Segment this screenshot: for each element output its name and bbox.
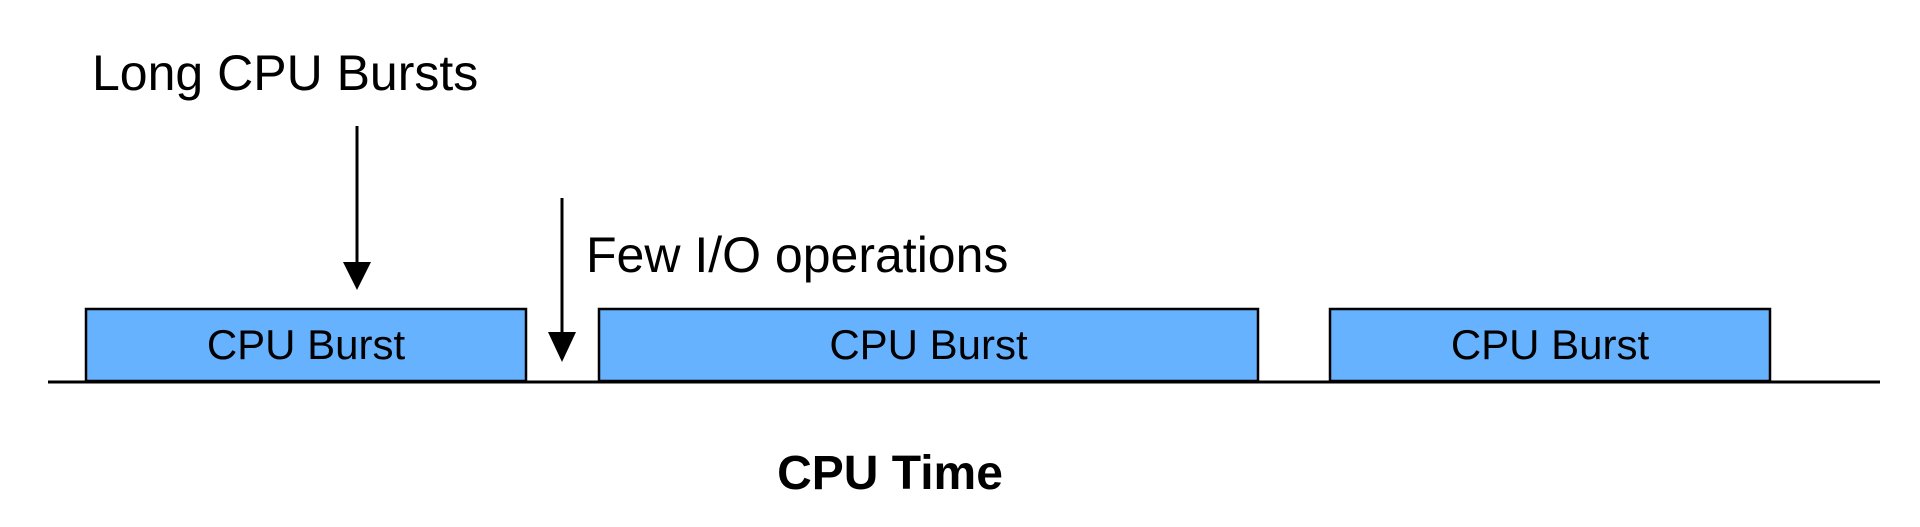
cpu-time-axis-title: CPU Time (777, 447, 1003, 500)
cpu-burst-label-1: CPU Burst (206, 321, 406, 368)
cpu-burst-label-2: CPU Burst (829, 321, 1028, 368)
few-io-operations-label: Few I/O operations (586, 227, 1009, 283)
long-cpu-bursts-label: Long CPU Bursts (92, 45, 479, 101)
cpu-burst-label-3: CPU Burst (1450, 321, 1650, 368)
io-gap-arrow-head (548, 332, 576, 362)
long-burst-arrow-head (343, 262, 371, 290)
